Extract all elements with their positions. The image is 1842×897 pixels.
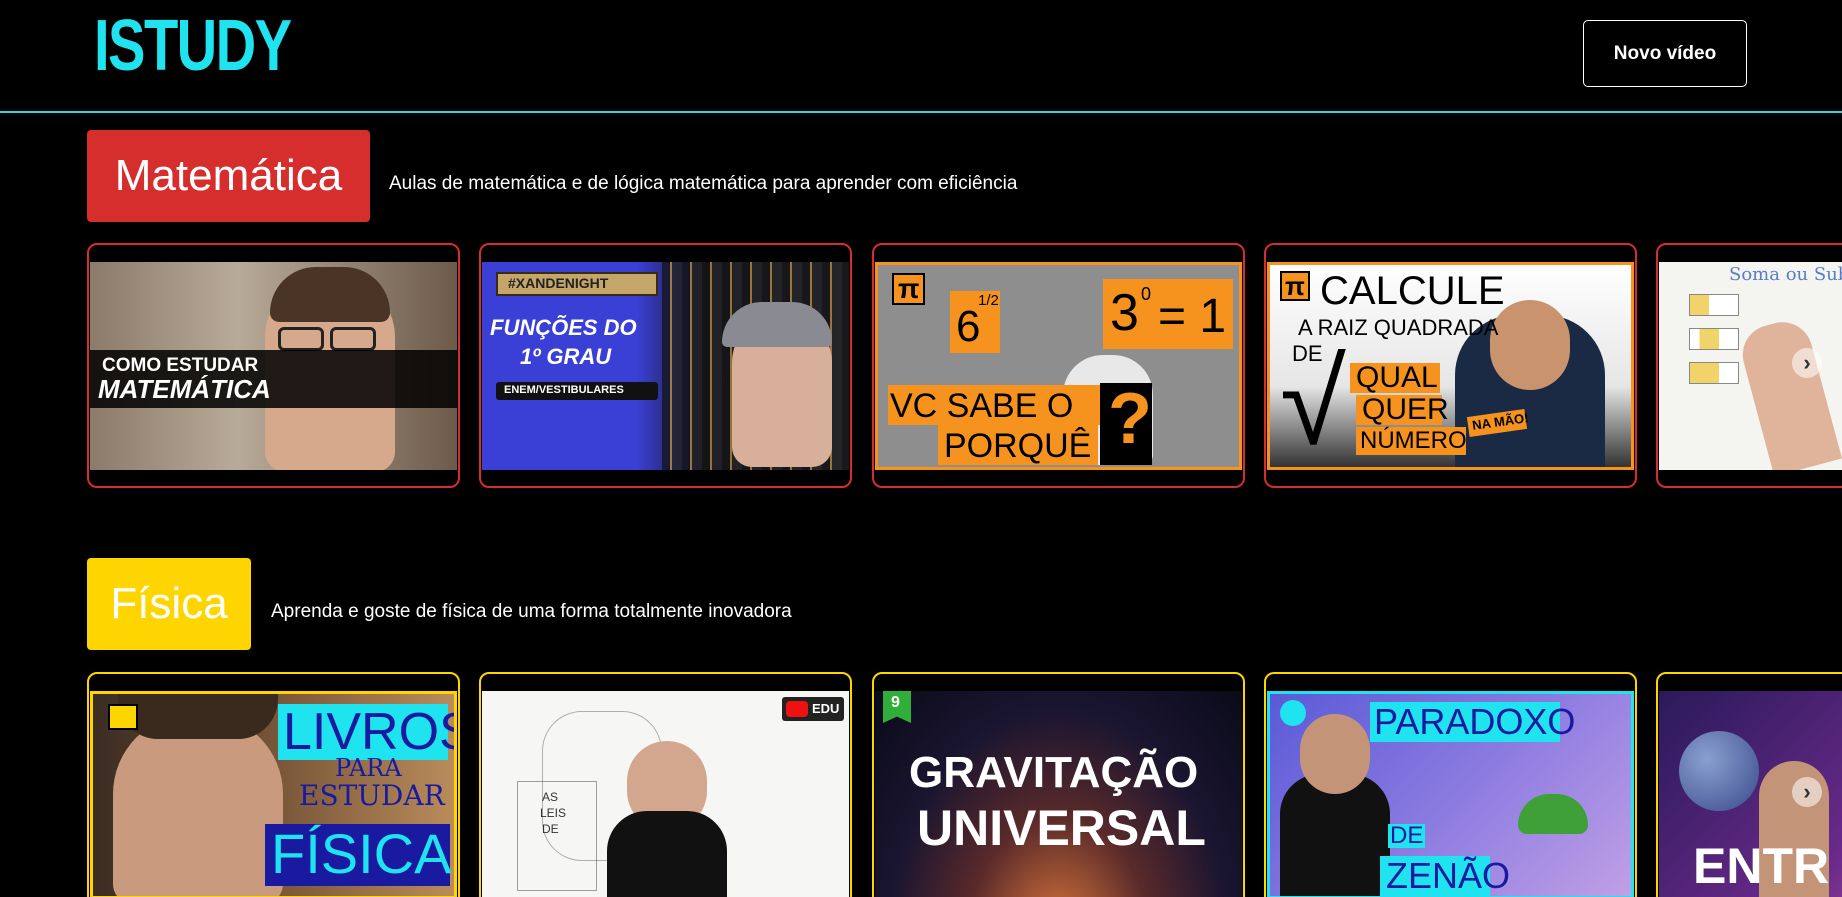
thumbnail-tag: #XANDENIGHT bbox=[508, 275, 609, 291]
category-badge-math[interactable]: Matemática bbox=[87, 130, 370, 222]
video-thumbnail: COMO ESTUDAR MATEMÁTICA bbox=[90, 262, 457, 470]
top-header: ISTUDY Novo vídeo bbox=[0, 0, 1842, 113]
thumbnail-title: DE bbox=[542, 822, 559, 836]
carousel-next-arrow[interactable]: › bbox=[1792, 348, 1822, 378]
thumbnail-title: = 1 bbox=[1158, 290, 1227, 343]
sqrt-symbol: √ bbox=[1280, 336, 1346, 470]
video-card[interactable]: π CALCULE A RAIZ QUADRADA DE √ QUAL QUER… bbox=[1264, 243, 1637, 488]
section-math: Matemática Aulas de matemática e de lógi… bbox=[0, 130, 1842, 490]
thumbnail-title: AS bbox=[542, 790, 559, 804]
thumbnail-title: LIVROS bbox=[283, 703, 457, 761]
thumbnail-title: ZENÃO bbox=[1386, 855, 1511, 896]
video-card[interactable]: COMO ESTUDAR MATEMÁTICA bbox=[87, 243, 460, 488]
thumbnail-title: FUNÇÕES DO bbox=[490, 315, 637, 340]
thumbnail-title: ? bbox=[1108, 379, 1152, 459]
video-thumbnail: 9 GRAVITAÇÃO UNIVERSAL bbox=[875, 691, 1242, 897]
video-card[interactable]: π 6 1/2 3 0 = 1 VC SABE O PORQUÊ ? bbox=[872, 243, 1245, 488]
thumbnail-title: PARADOXO bbox=[1374, 701, 1576, 742]
video-carousel: LIVROS PARA ESTUDAR FÍSICA AS LEIS DE ED… bbox=[87, 672, 1842, 897]
thumbnail-title: QUER bbox=[1362, 393, 1449, 426]
category-description: Aprenda e goste de física de uma forma t… bbox=[271, 601, 792, 622]
thumbnail-title: FÍSICA bbox=[271, 822, 452, 885]
thumbnail-title: PORQUÊ bbox=[944, 427, 1092, 465]
section-physics: Física Aprenda e goste de física de uma … bbox=[0, 558, 1842, 897]
thumbnail-title: DE bbox=[1388, 822, 1426, 849]
thumbnail-title: 0 bbox=[1141, 284, 1152, 304]
category-description: Aulas de matemática e de lógica matemáti… bbox=[389, 173, 1018, 194]
youtube-edu-badge: EDU bbox=[812, 701, 840, 716]
thumbnail-number: 9 bbox=[891, 694, 900, 711]
video-card[interactable]: #XANDENIGHT FUNÇÕES DO 1º GRAU ENEM/VEST… bbox=[479, 243, 852, 488]
thumbnail-title: CALCULE bbox=[1320, 269, 1505, 313]
thumbnail-title: NÚMERO bbox=[1360, 427, 1467, 454]
video-carousel: COMO ESTUDAR MATEMÁTICA #XANDENIGHT FUNÇ… bbox=[87, 243, 1842, 488]
thumbnail-title: 3 bbox=[1110, 284, 1139, 342]
video-card[interactable]: AS LEIS DE EDU bbox=[479, 672, 852, 897]
thumbnail-title: PARA bbox=[335, 754, 402, 782]
site-logo[interactable]: ISTUDY bbox=[94, 10, 292, 82]
video-thumbnail: AS LEIS DE EDU bbox=[482, 691, 849, 897]
thumbnail-title: LEIS bbox=[540, 806, 567, 820]
thumbnail-title: MATEMÁTICA bbox=[98, 374, 271, 404]
thumbnail-title: ENTR bbox=[1693, 838, 1830, 894]
video-thumbnail: π CALCULE A RAIZ QUADRADA DE √ QUAL QUER… bbox=[1267, 262, 1634, 470]
video-thumbnail: π 6 1/2 3 0 = 1 VC SABE O PORQUÊ ? bbox=[875, 262, 1242, 470]
thumbnail-title: COMO ESTUDAR bbox=[102, 355, 259, 376]
thumbnail-title: QUAL bbox=[1356, 361, 1438, 394]
thumbnail-title: ESTUDAR bbox=[299, 779, 445, 812]
video-card[interactable]: 9 GRAVITAÇÃO UNIVERSAL bbox=[872, 672, 1245, 897]
video-card[interactable]: LIVROS PARA ESTUDAR FÍSICA bbox=[87, 672, 460, 897]
thumbnail-title: 1/2 bbox=[978, 292, 999, 309]
thumbnail-title: UNIVERSAL bbox=[917, 800, 1206, 856]
thumbnail-title: Soma ou Sub bbox=[1729, 264, 1842, 285]
thumbnail-title: 1º GRAU bbox=[520, 344, 612, 369]
thumbnail-subtitle: ENEM/VESTIBULARES bbox=[504, 384, 624, 396]
pi-icon: π bbox=[892, 273, 926, 305]
thumbnail-title: VC SABE O bbox=[890, 387, 1074, 425]
video-thumbnail: #XANDENIGHT FUNÇÕES DO 1º GRAU ENEM/VEST… bbox=[482, 262, 849, 470]
video-thumbnail: PARADOXO DE ZENÃO bbox=[1267, 691, 1634, 897]
new-video-button[interactable]: Novo vídeo bbox=[1583, 20, 1747, 87]
thumbnail-title: 6 bbox=[956, 302, 981, 351]
thumbnail-title: GRAVITAÇÃO bbox=[909, 748, 1199, 797]
video-thumbnail: LIVROS PARA ESTUDAR FÍSICA bbox=[90, 691, 457, 897]
video-card[interactable]: PARADOXO DE ZENÃO bbox=[1264, 672, 1637, 897]
carousel-next-arrow[interactable]: › bbox=[1792, 777, 1822, 807]
pi-icon: π bbox=[1280, 271, 1310, 301]
category-badge-physics[interactable]: Física bbox=[87, 558, 251, 650]
